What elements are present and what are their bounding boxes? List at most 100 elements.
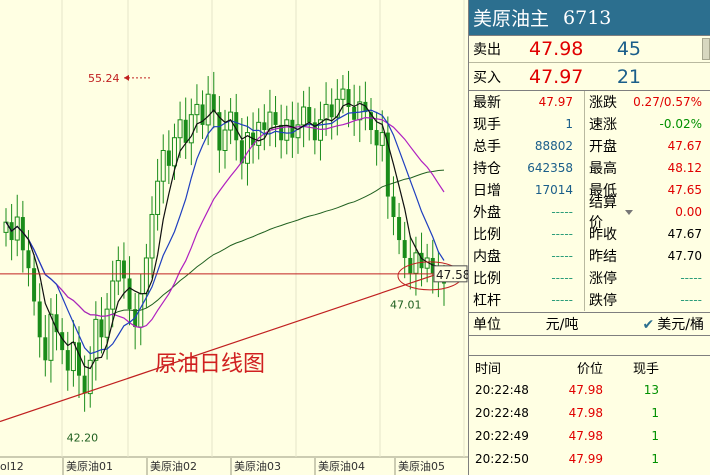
x-tick-label: 美原油04	[318, 459, 365, 473]
stat-row: 最新 47.97 涨跌 0.27/0.57%	[469, 91, 710, 113]
stat-value: 0.00	[675, 205, 702, 219]
stat-divider	[573, 201, 585, 223]
sell-price: 47.98	[529, 38, 584, 60]
tick-row: 20:22:49 47.98 1	[469, 424, 710, 447]
candle-body-down	[121, 260, 126, 279]
high-price-arrow	[124, 74, 129, 81]
candle-body-up	[301, 106, 307, 126]
buy-price: 47.97	[529, 65, 584, 88]
stat-value: 47.70	[667, 249, 702, 263]
candle-body-down	[37, 301, 42, 338]
tick-qty: 1	[651, 405, 659, 420]
ticks-header-price: 价位	[576, 361, 603, 377]
candle-body-up	[160, 150, 166, 182]
sell-qty: 45	[616, 38, 641, 60]
stat-value: 47.65	[667, 183, 702, 197]
ticks-list[interactable]: 20:22:48 47.98 13 20:22:48 47.98 1 20:22:49 47.…	[469, 378, 710, 475]
stat-divider	[573, 223, 585, 245]
stat-value: -----	[551, 227, 573, 241]
stat-divider	[573, 157, 585, 179]
stat-divider	[573, 289, 585, 311]
candle-body-down	[65, 350, 70, 371]
stat-divider	[573, 267, 585, 289]
stat-divider	[573, 179, 585, 201]
tick-price: 47.98	[568, 382, 603, 397]
tick-price: 47.98	[568, 405, 603, 420]
stat-label: 跌停	[589, 293, 617, 309]
candle-body-down	[99, 319, 104, 338]
quote-panel: 美原油主 6713 卖出 47.98 45 买入 47.97 21 最新 47.9…	[468, 0, 710, 475]
stat-value: -----	[551, 293, 573, 307]
x-tick-label: 美原油05	[398, 459, 445, 473]
stat-label: 昨收	[589, 227, 617, 243]
candle-body-down	[391, 196, 396, 218]
candle-body-up	[155, 180, 161, 215]
x-tick-label: 美原油01	[66, 459, 113, 473]
tick-time: 20:22:49	[475, 428, 529, 443]
candle-body-up	[171, 137, 177, 167]
candle-body-up	[340, 88, 346, 100]
unit-option-yuan-ton[interactable]: 元/吨	[517, 314, 607, 334]
stats-grid: 最新 47.97 涨跌 0.27/0.57% 现手 1 速涨 -0.02% 总手 88802 开盘 4…	[469, 90, 710, 311]
candle-body-up	[70, 341, 76, 372]
candle-body-down	[307, 107, 312, 123]
stat-label: 昨结	[589, 249, 617, 265]
stat-divider	[573, 91, 585, 113]
candle-body-down	[43, 337, 48, 361]
stat-row: 外盘 ----- 结算价 0.00	[469, 195, 710, 231]
candle-body-up	[115, 260, 121, 282]
stat-value: -----	[680, 271, 702, 285]
stat-divider	[573, 245, 585, 267]
instrument-title-bar[interactable]: 美原油主 6713	[469, 0, 710, 36]
divider	[469, 336, 710, 356]
candle-body-up	[256, 121, 262, 146]
stat-value: 47.97	[538, 95, 573, 109]
low-price-label: 42.20	[67, 432, 99, 445]
candle-body-up	[267, 111, 273, 131]
stat-label: 总手	[473, 139, 501, 155]
stat-label: 比例	[473, 227, 501, 243]
candle-body-up	[205, 93, 211, 126]
candle-body-up	[104, 308, 110, 338]
stat-divider	[573, 113, 585, 135]
stat-label: 外盘	[473, 205, 501, 221]
candle-body-down	[26, 250, 31, 269]
candle-body-down	[127, 278, 132, 310]
stat-label: 速涨	[589, 117, 617, 133]
stat-label: 涨跌	[589, 95, 617, 111]
stat-label: 涨停	[589, 271, 617, 287]
stat-row: 比例 ----- 涨停 -----	[469, 267, 710, 289]
trendline	[0, 273, 439, 423]
stat-value: 17014	[534, 183, 573, 197]
tick-row: 20:22:48 47.98 13	[469, 378, 710, 401]
tick-time: 20:22:50	[475, 451, 529, 466]
candle-body-up	[284, 119, 290, 141]
candle-body-up	[323, 103, 329, 121]
high-price-label: 55.24	[88, 72, 120, 85]
stat-row: 内盘 ----- 昨结 47.70	[469, 245, 710, 267]
candle-body-down	[273, 112, 278, 125]
panel-scroll-handle[interactable]	[702, 38, 710, 60]
candle-body-up	[149, 213, 155, 259]
candle-body-down	[290, 119, 295, 138]
kline-chart-pane[interactable]: 47.58 55.24 42.20 47.01 原油日线图 ol12 美原油01 美原油02 美…	[0, 0, 468, 475]
unit-option-usd-barrel[interactable]: ✔ 美元/桶	[607, 314, 710, 334]
x-tick-label: ol12	[0, 460, 24, 473]
buy-label: 买入	[473, 69, 501, 86]
kline-chart[interactable]: 47.58 55.24 42.20 47.01 原油日线图 ol12 美原油01 美原油02 美…	[0, 0, 468, 475]
candle-body-down	[166, 150, 171, 166]
stat-row: 比例 ----- 昨收 47.67	[469, 223, 710, 245]
stat-divider	[573, 135, 585, 157]
tick-qty: 1	[651, 451, 659, 466]
chart-title: 原油日线图	[155, 352, 265, 377]
stat-label: 最新	[473, 95, 501, 111]
stat-label: 持仓	[473, 161, 501, 177]
stat-value: -0.02%	[659, 117, 702, 131]
chevron-down-icon[interactable]	[625, 209, 633, 215]
unit-selected-label: 美元/桶	[657, 317, 704, 333]
stat-value: -----	[551, 205, 573, 219]
instrument-code: 6713	[563, 6, 612, 29]
tick-row: 20:22:48 47.98 1	[469, 401, 710, 424]
candle-body-down	[374, 130, 379, 146]
stat-row: 杠杆 ----- 跌停 -----	[469, 289, 710, 311]
